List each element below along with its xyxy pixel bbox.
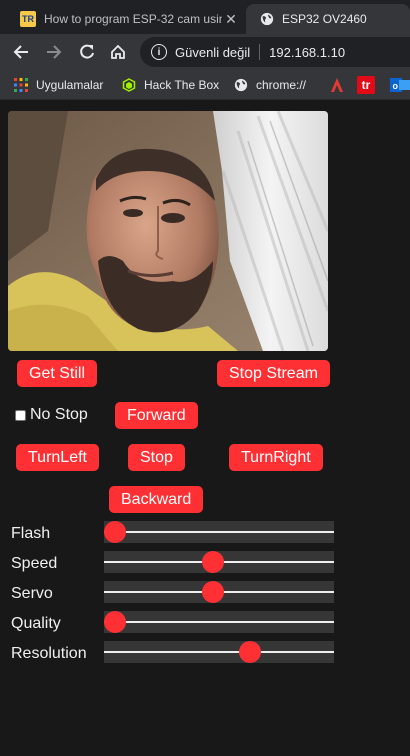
forward-button[interactable]: Forward: [115, 402, 198, 429]
browser-toolbar: i Güvenli değil 192.168.1.10: [0, 34, 410, 70]
no-stop-option[interactable]: No Stop: [15, 405, 88, 425]
tr-icon: tr: [357, 75, 375, 94]
tab-esp32-tutorial[interactable]: TR How to program ESP-32 cam usin ✕: [10, 4, 246, 34]
tr-icon: TR: [20, 11, 36, 27]
servo-slider[interactable]: [104, 581, 334, 603]
security-label: Güvenli değil: [175, 44, 251, 60]
url-text: 192.168.1.10: [269, 44, 346, 60]
slider-thumb[interactable]: [104, 521, 126, 543]
quality-slider[interactable]: [104, 611, 334, 633]
slider-thumb[interactable]: [104, 611, 126, 633]
forward-nav-button[interactable]: [42, 40, 66, 64]
bookmark-label: Uygulamalar: [36, 77, 104, 92]
home-button[interactable]: [106, 40, 130, 64]
bookmark-hackthebox[interactable]: Hack The Box: [122, 70, 219, 99]
resolution-slider[interactable]: [104, 641, 334, 663]
slider-thumb[interactable]: [201, 551, 224, 573]
tab-esp32-ov2460[interactable]: ESP32 OV2460: [246, 4, 410, 34]
camera-stream: [8, 111, 328, 351]
globe-icon: [234, 78, 248, 91]
bookmark-label: chrome://: [256, 77, 307, 92]
flash-label: Flash: [11, 525, 51, 542]
hackthebox-icon: [122, 77, 136, 92]
slider-track: [104, 621, 334, 623]
stop-button[interactable]: Stop: [128, 444, 185, 471]
red-a-logo-icon: [331, 77, 343, 92]
bookmarks-bar: Uygulamalar Hack The Box chrome:// tr o: [0, 70, 410, 100]
quality-label: Quality: [11, 615, 61, 632]
slider-thumb[interactable]: [239, 641, 262, 663]
arrow-right-icon: [47, 45, 62, 59]
tab-strip: TR How to program ESP-32 cam usin ✕ ESP3…: [0, 0, 410, 34]
apps-grid-icon: [14, 77, 28, 92]
backward-button[interactable]: Backward: [109, 486, 204, 513]
reload-button[interactable]: [75, 40, 99, 64]
speed-label: Speed: [11, 555, 58, 572]
turn-left-button[interactable]: TurnLeft: [16, 444, 99, 471]
stop-stream-button[interactable]: Stop Stream: [217, 360, 330, 387]
svg-text:o: o: [393, 81, 399, 91]
speed-slider[interactable]: [104, 551, 334, 573]
close-icon[interactable]: ✕: [222, 11, 240, 28]
no-stop-label: No Stop: [30, 406, 88, 423]
outlook-icon: o: [390, 77, 410, 92]
back-button[interactable]: [9, 40, 33, 64]
info-icon[interactable]: i: [151, 44, 167, 60]
tab-title: ESP32 OV2460: [282, 12, 367, 26]
bookmark-tr[interactable]: tr: [357, 70, 375, 99]
get-still-button[interactable]: Get Still: [17, 360, 98, 387]
slider-track: [104, 531, 334, 533]
reload-icon: [80, 44, 94, 59]
bookmark-apps[interactable]: Uygulamalar: [14, 70, 103, 99]
servo-label: Servo: [11, 585, 53, 602]
arrow-left-icon: [13, 45, 28, 59]
bookmark-chrome[interactable]: chrome://: [234, 70, 306, 99]
resolution-label: Resolution: [11, 645, 87, 662]
turn-right-button[interactable]: TurnRight: [229, 444, 323, 471]
camera-stream-image: [8, 111, 328, 351]
tab-title: How to program ESP-32 cam usin: [44, 12, 222, 26]
home-icon: [111, 44, 125, 59]
no-stop-checkbox[interactable]: [15, 409, 26, 421]
bookmark-outlook[interactable]: o: [390, 70, 410, 99]
bookmark-red-a[interactable]: [329, 70, 353, 99]
globe-icon: [260, 12, 274, 26]
address-bar[interactable]: i Güvenli değil 192.168.1.10: [140, 37, 410, 67]
flash-slider[interactable]: [104, 521, 334, 543]
slider-thumb[interactable]: [201, 581, 224, 603]
slider-track: [104, 651, 334, 653]
divider: [259, 44, 261, 60]
bookmark-label: Hack The Box: [144, 77, 220, 92]
